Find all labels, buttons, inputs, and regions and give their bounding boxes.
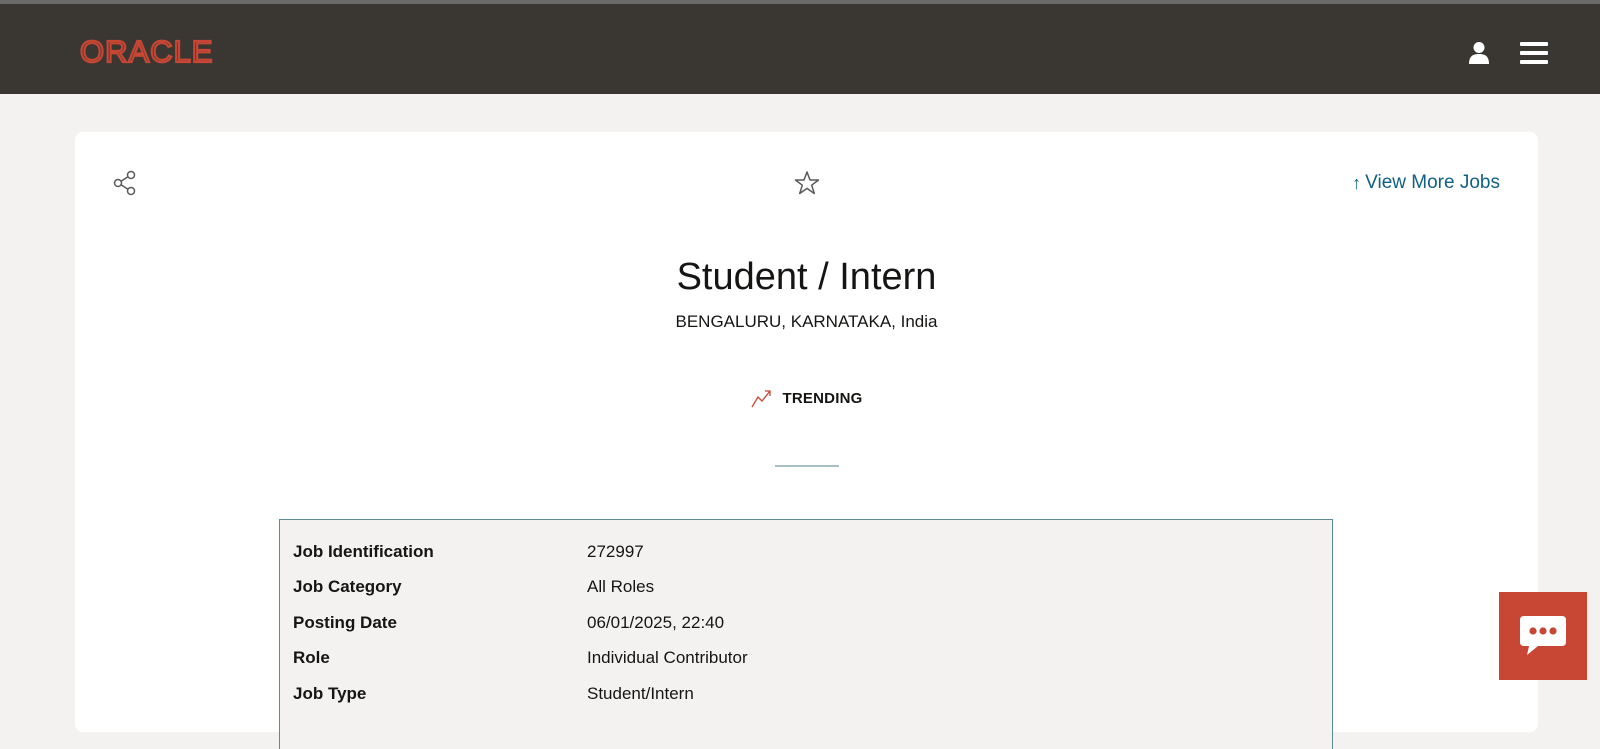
chat-bubble-icon <box>1520 616 1566 655</box>
job-detail-card: ↑ View More Jobs Student / Intern BENGAL… <box>75 132 1538 749</box>
detail-label: Role <box>293 648 330 668</box>
detail-row-role: Role Individual Contributor <box>280 641 1332 677</box>
detail-label: Job Type <box>293 683 367 703</box>
job-location: BENGALURU, KARNATAKA, India <box>675 312 938 331</box>
detail-label: Job Category <box>293 577 402 597</box>
share-icon[interactable] <box>113 170 137 196</box>
trending-badge: TRENDING <box>75 388 1538 408</box>
job-details-table: Job Identification 272997 Job Category A… <box>279 519 1333 749</box>
oracle-logo[interactable]: ORACLE <box>80 34 246 68</box>
detail-label: Job Identification <box>293 541 434 561</box>
chat-button[interactable] <box>1499 592 1587 680</box>
detail-value: Student/Intern <box>587 683 694 703</box>
logo-text: ORACLE <box>80 34 213 68</box>
site-header: ORACLE <box>0 4 1600 94</box>
section-divider <box>775 465 839 467</box>
star-icon[interactable] <box>794 170 820 196</box>
arrow-up-icon: ↑ <box>1352 172 1362 193</box>
detail-value: Individual Contributor <box>587 648 748 668</box>
hamburger-menu-icon[interactable] <box>1520 42 1548 64</box>
job-title: Student / Intern <box>676 256 937 298</box>
detail-value: 272997 <box>587 541 644 561</box>
trending-up-icon <box>750 390 771 408</box>
detail-row-job-category: Job Category All Roles <box>280 570 1332 606</box>
user-icon[interactable] <box>1468 41 1490 65</box>
detail-row-job-type: Job Type Student/Intern <box>280 676 1332 712</box>
detail-value: All Roles <box>587 577 655 597</box>
detail-value: 06/01/2025, 22:40 <box>587 612 725 632</box>
view-more-jobs-link[interactable]: ↑ View More Jobs <box>1352 172 1500 194</box>
detail-row-posting-date: Posting Date 06/01/2025, 22:40 <box>280 605 1332 641</box>
detail-label: Posting Date <box>293 612 397 632</box>
detail-row-job-identification: Job Identification 272997 <box>280 534 1332 570</box>
view-more-jobs-label: View More Jobs <box>1365 172 1500 193</box>
trending-label: TRENDING <box>782 389 863 407</box>
